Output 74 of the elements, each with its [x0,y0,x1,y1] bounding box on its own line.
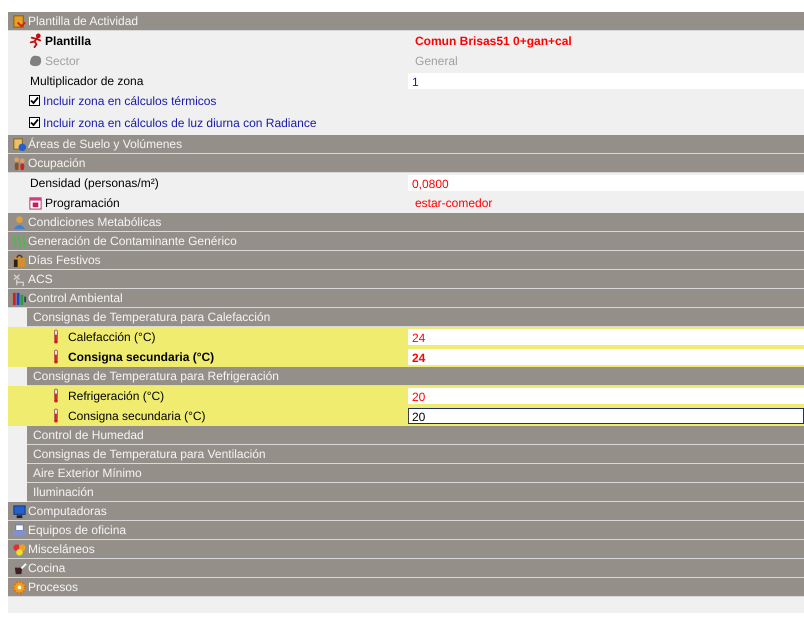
section-header[interactable]: Cocina [8,559,804,578]
section-title: Ocupación [28,156,86,170]
blob-icon [28,53,43,68]
subsection-header[interactable]: Consignas de Temperatura para Calefacción [27,308,804,327]
value-field[interactable]: 20 [408,388,804,404]
field-value: Comun Brisas51 0+gan+cal [414,34,572,48]
subsection-title: Aire Exterior Mínimo [33,466,142,480]
subsection-title: Consignas de Temperatura para Calefacción [33,310,270,324]
value-field[interactable]: 0,0800 [408,174,804,190]
section-title: Cocina [28,561,66,575]
section-title: Áreas de Suelo y Volúmenes [28,137,182,151]
section-header[interactable]: Ocupación [8,154,804,173]
section-header[interactable]: Generación de Contaminante Genérico [8,232,804,251]
subsection-title: Iluminación [33,485,94,499]
section-title: Generación de Contaminante Genérico [28,234,237,248]
field-label: Refrigeración (°C) [68,388,164,402]
field-label: Densidad (personas/m²) [30,176,159,190]
subsection-header[interactable]: Iluminación [27,483,804,502]
section-header[interactable]: Computadoras [8,502,804,521]
field-label: Consigna secundaria (°C) [68,408,206,422]
subsection-header[interactable]: Consignas de Temperatura para Ventilación [27,445,804,464]
value-field[interactable]: 24 [408,328,804,344]
section-header[interactable]: Misceláneos [8,540,804,559]
checkbox[interactable] [29,117,40,128]
value-field[interactable]: 1 [408,72,804,88]
calendar-icon [28,195,43,210]
clipboard-icon [12,14,27,28]
waves-icon [12,234,27,248]
printer-icon [12,522,27,538]
subsection-title: Control de Humedad [33,428,144,442]
section-title: Control Ambiental [28,291,123,305]
field-label: Multiplicador de zona [30,74,144,88]
section-header[interactable]: ACS [8,270,804,289]
pot-icon [12,560,27,576]
section-title: Plantilla de Actividad [28,14,138,28]
bag-icon [12,252,27,268]
field-label: Calefacción (°C) [68,330,156,344]
subsection-header[interactable]: Consignas de Temperatura para Refrigeración [27,367,804,386]
gear-icon [12,580,27,594]
checkbox-label[interactable]: Incluir zona en cálculos térmicos [43,94,216,108]
section-title: Computadoras [28,504,107,518]
field-value: estar-comedor [414,196,492,210]
field-label: Plantilla [45,34,92,48]
field-label: Consigna secundaria (°C) [68,350,214,364]
runner-icon [28,33,43,48]
section-title: Equipos de oficina [28,523,126,537]
balls-icon [12,542,27,556]
section-header[interactable]: Control Ambiental [8,289,804,308]
info-icon [12,136,27,152]
subsection-title: Consignas de Temperatura para Ventilación [33,447,266,461]
field-label: Sector [45,54,80,68]
section-header[interactable]: Procesos [8,578,804,597]
people-icon [12,156,27,170]
section-title: Condiciones Metabólicas [28,215,162,229]
subsection-header[interactable]: Aire Exterior Mínimo [27,464,804,483]
person-icon [12,214,27,230]
section-header[interactable]: Equipos de oficina [8,521,804,540]
section-header[interactable]: Condiciones Metabólicas [8,213,804,232]
section-title: Procesos [28,580,78,594]
subsection-title: Consignas de Temperatura para Refrigeración [33,369,279,383]
section-header[interactable]: Días Festivos [8,251,804,270]
checkbox-label[interactable]: Incluir zona en cálculos de luz diurna con Radiance [43,116,316,130]
section-title: ACS [28,272,53,286]
value-field[interactable]: 24 [408,348,804,364]
field-value: General [414,54,458,68]
section-title: Misceláneos [28,542,95,556]
subsection-header[interactable]: Control de Humedad [27,426,804,445]
field-label: Programación [45,196,120,210]
checkbox[interactable] [29,95,40,106]
monitor-icon [12,504,27,518]
value-field[interactable]: 20 [408,408,804,424]
section-title: Días Festivos [28,253,101,267]
section-header[interactable]: Áreas de Suelo y Volúmenes [8,135,804,154]
section-header[interactable]: Plantilla de Actividad [8,12,804,31]
